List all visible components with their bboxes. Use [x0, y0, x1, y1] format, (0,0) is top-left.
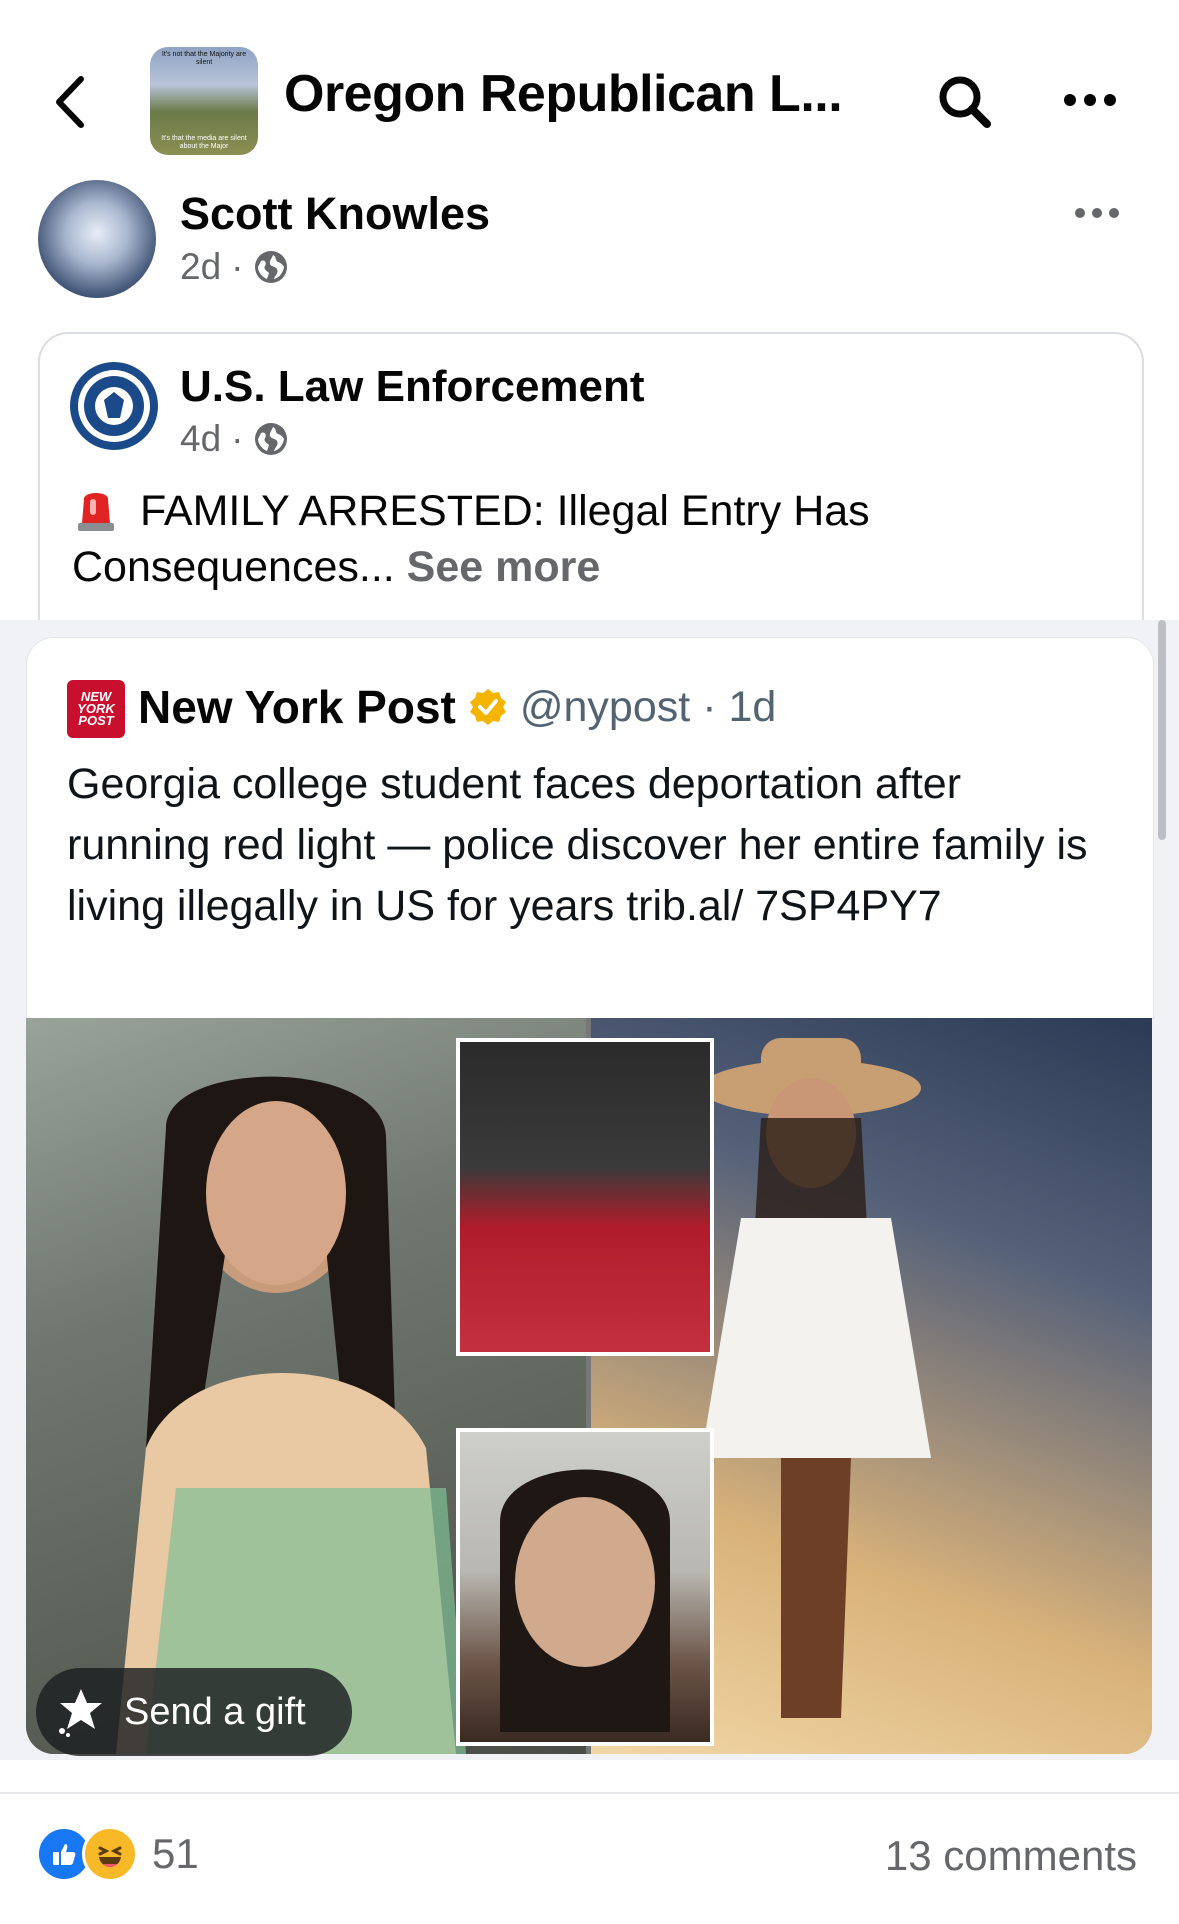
send-gift-button[interactable]: Send a gift [36, 1668, 352, 1756]
photo-graduation-inset [456, 1038, 714, 1356]
shared-author-name[interactable]: U.S. Law Enforcement [180, 362, 645, 412]
post-meta: 2d · [180, 246, 289, 288]
siren-icon [78, 493, 114, 531]
photo-mugshot-inset [456, 1428, 714, 1746]
shared-post-meta: 4d · [180, 418, 289, 460]
meta-separator: · [231, 246, 244, 287]
search-icon [939, 76, 991, 128]
more-button[interactable] [1050, 70, 1130, 130]
see-more-link[interactable]: See more [407, 543, 601, 591]
globe-icon [255, 251, 288, 283]
more-icon-dot [1084, 94, 1096, 106]
more-icon-dot [1092, 208, 1102, 218]
post-options-button[interactable] [1075, 198, 1145, 228]
shared-author-avatar[interactable] [70, 362, 158, 450]
dhs-seal-icon [78, 370, 150, 442]
group-thumbnail[interactable]: It's not that the Majority are silent It… [150, 47, 258, 155]
gift-icon [59, 1689, 102, 1737]
footer-divider [0, 1792, 1179, 1794]
author-avatar[interactable] [38, 180, 156, 298]
more-icon-dot [1109, 208, 1119, 218]
tweet-header: New York Post @nypost · 1d [138, 680, 776, 734]
verified-badge-icon [469, 689, 506, 725]
globe-icon [255, 423, 288, 455]
tweet-body: Georgia college student faces deportatio… [67, 760, 1088, 930]
back-button[interactable] [40, 62, 100, 142]
meta-separator: · [231, 418, 244, 459]
top-bar: It's not that the Majority are silent It… [0, 0, 1179, 170]
reactions-summary[interactable]: 51 [36, 1826, 199, 1882]
comments-count-link[interactable]: 13 comments [885, 1832, 1137, 1880]
more-icon [1064, 94, 1076, 106]
tweet-time: · 1d [702, 682, 777, 731]
post-text: FAMILY ARRESTED: Illegal Entry Has Conse… [72, 483, 1122, 595]
scrollbar[interactable] [1158, 620, 1166, 840]
thumb-caption-top: It's not that the Majority are silent [161, 51, 247, 66]
tweet-handle: @nypost [519, 682, 691, 731]
more-icon [1075, 208, 1085, 218]
reaction-count: 51 [152, 1830, 199, 1877]
back-chevron-icon [56, 76, 84, 128]
more-icon-dot [1104, 94, 1116, 106]
post-time[interactable]: 2d [180, 246, 221, 288]
news-photo-collage [26, 1018, 1152, 1754]
group-title[interactable]: Oregon Republican L... [284, 64, 844, 124]
thumb-caption-bottom: It's that the media are silent about the… [161, 135, 247, 150]
shared-post-time[interactable]: 4d [180, 418, 221, 460]
send-gift-label: Send a gift [124, 1690, 306, 1733]
photo-mugshot-figure [500, 1469, 670, 1732]
search-button[interactable] [925, 62, 1005, 142]
nypost-logo: NEW YORK POST [67, 680, 125, 738]
haha-reaction-icon [82, 1826, 138, 1882]
tweet-author-name: New York Post [138, 681, 456, 733]
author-name[interactable]: Scott Knowles [180, 188, 490, 240]
